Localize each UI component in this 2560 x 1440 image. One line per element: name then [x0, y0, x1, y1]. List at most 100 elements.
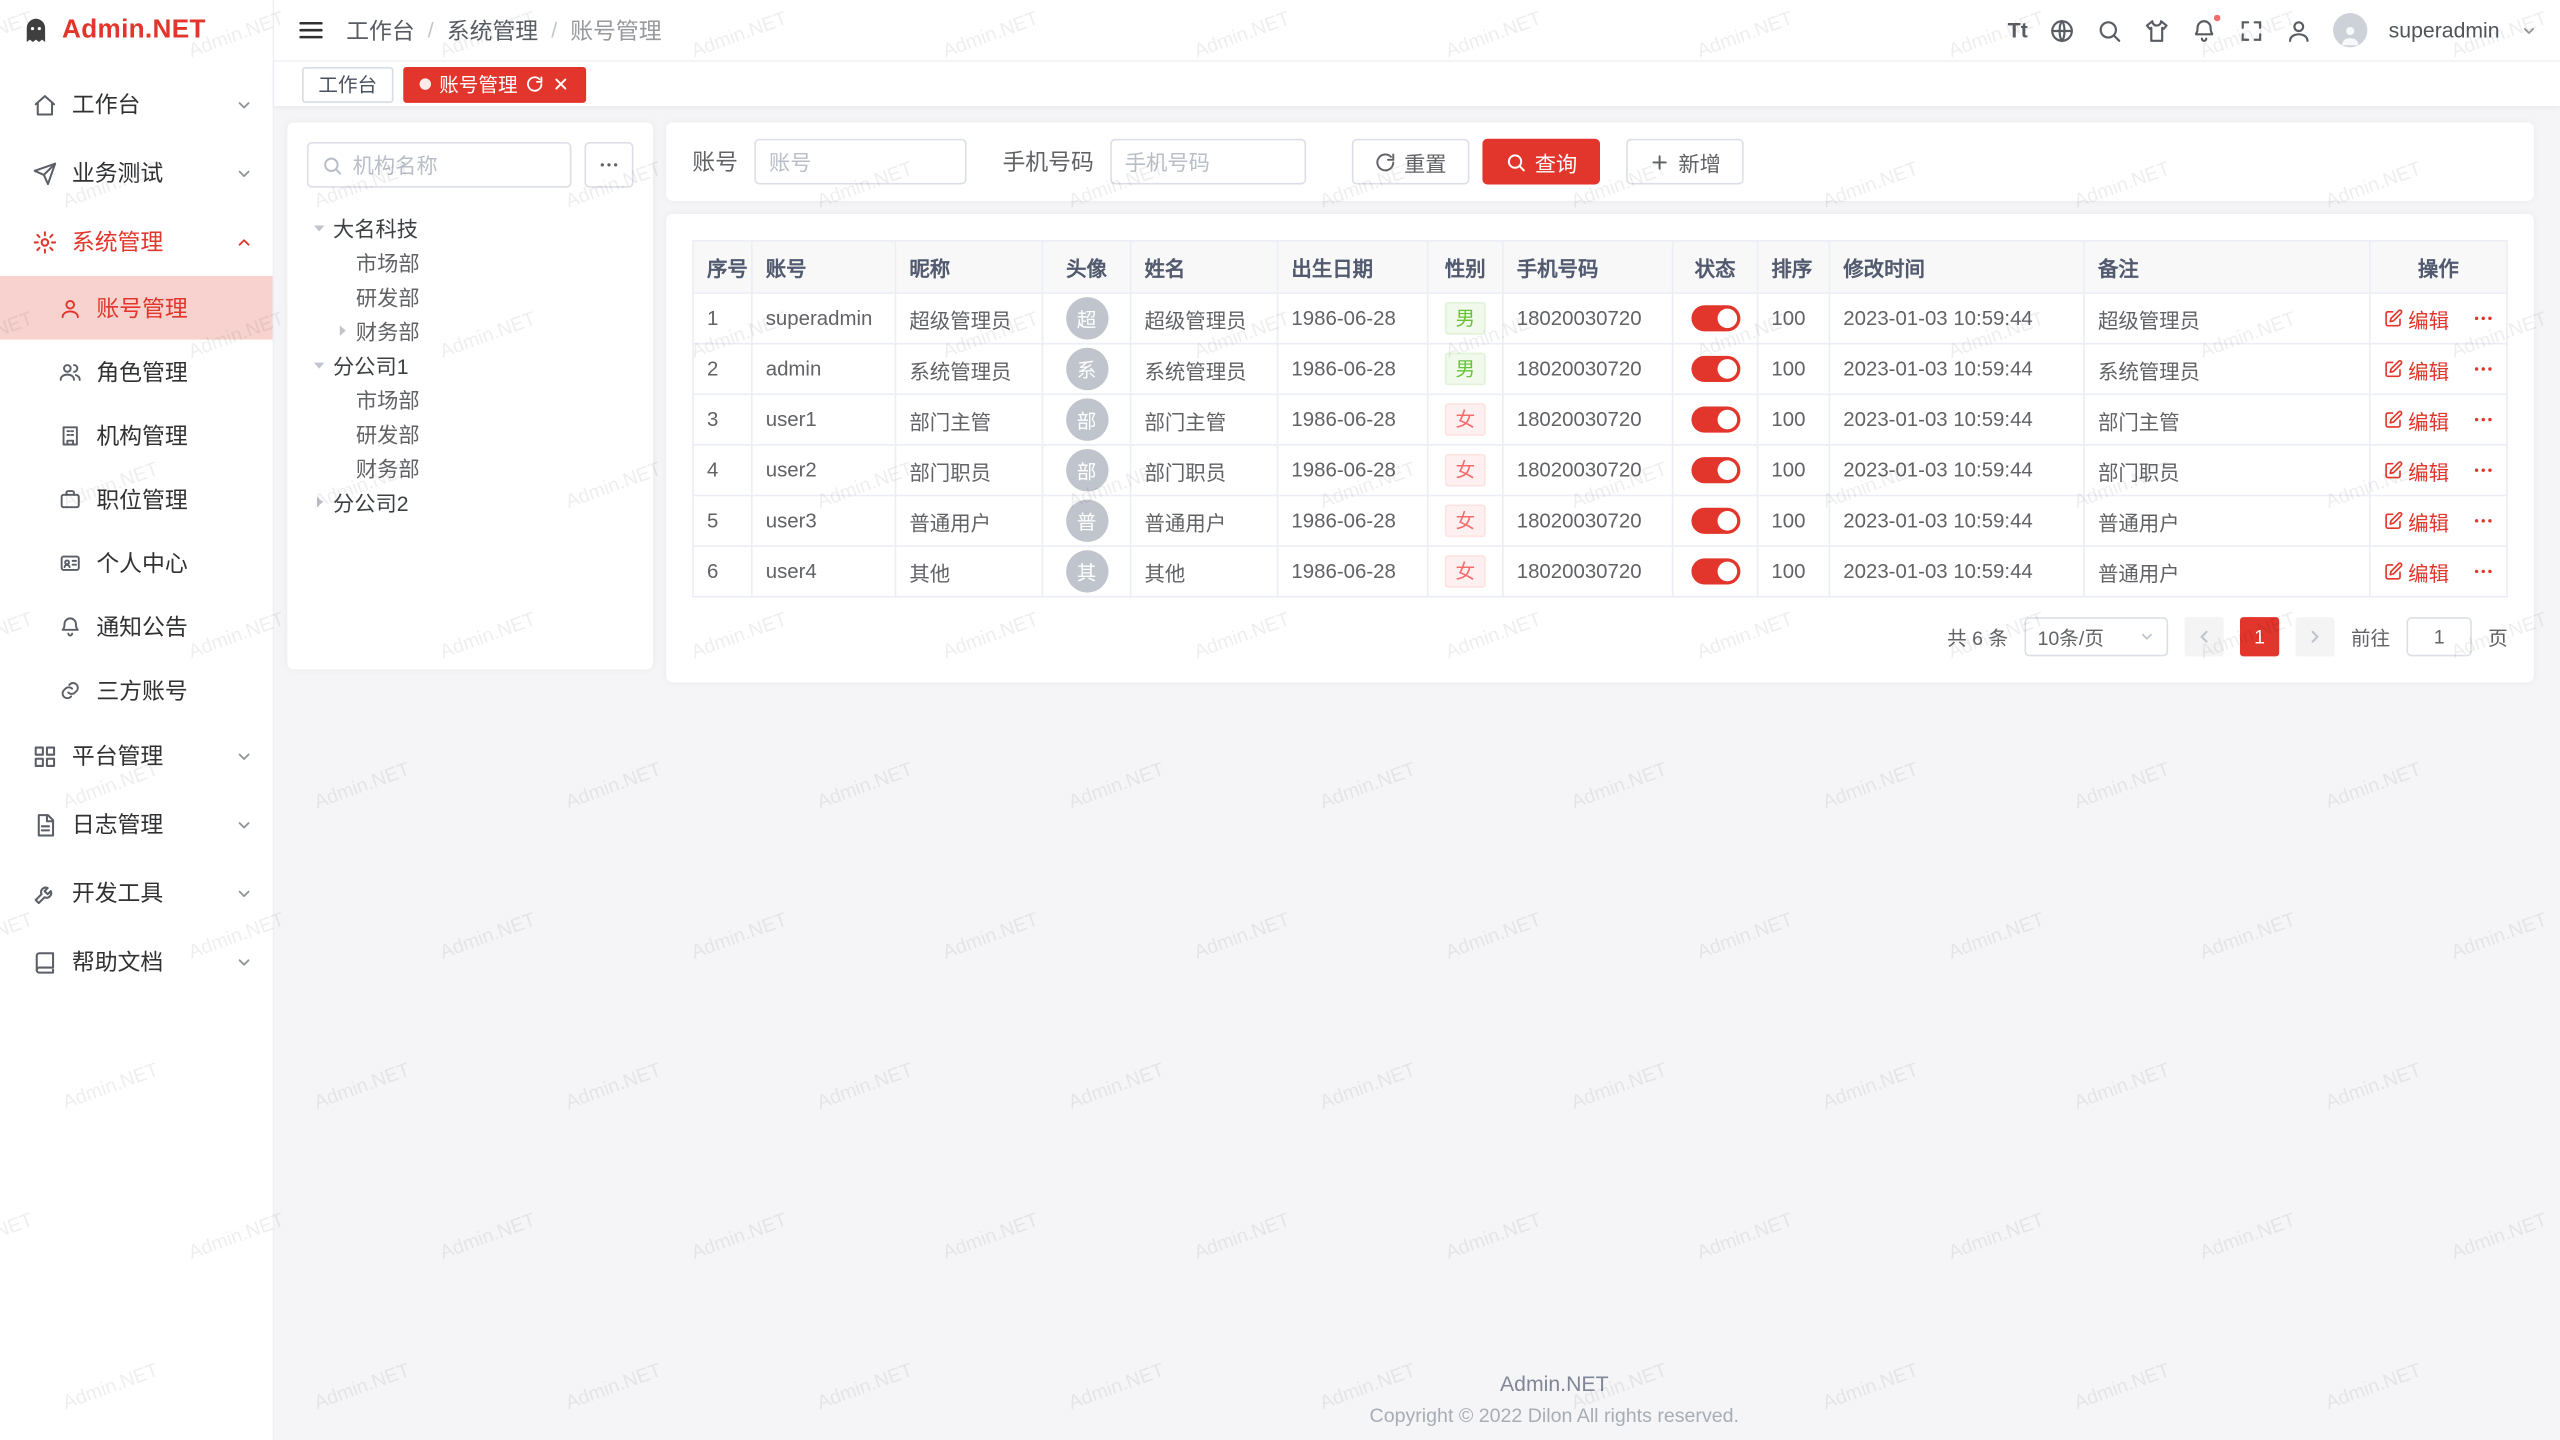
reset-button-label: 重置	[1404, 146, 1446, 177]
tree-node-dept[interactable]: 市场部	[307, 245, 634, 279]
language-icon[interactable]	[2049, 17, 2075, 43]
status-toggle[interactable]	[1691, 558, 1740, 584]
reset-button[interactable]: 重置	[1352, 139, 1470, 185]
edit-pencil-icon	[2384, 460, 2404, 480]
tree-node-dept[interactable]: 研发部	[307, 279, 634, 313]
font-size-icon[interactable]: Tt	[2008, 20, 2028, 41]
account-filter-input[interactable]	[769, 149, 952, 173]
status-toggle[interactable]	[1691, 457, 1740, 483]
status-toggle[interactable]	[1691, 356, 1740, 382]
sidebar-menu: 工作台 业务测试 系统管理 账号管理 角色管理	[0, 60, 273, 996]
sidebar-item-platform-management[interactable]: 平台管理	[0, 722, 273, 791]
ellipsis-icon	[2471, 509, 2494, 532]
sidebar-item-business-test[interactable]: 业务测试	[0, 139, 273, 208]
edit-button[interactable]: 编辑	[2384, 404, 2449, 435]
user-center-icon[interactable]	[2286, 17, 2312, 43]
edit-button[interactable]: 编辑	[2384, 505, 2449, 536]
add-button-label: 新增	[1678, 146, 1720, 177]
edit-button[interactable]: 编辑	[2384, 455, 2449, 486]
sidebar-item-third-party-account[interactable]: 三方账号	[0, 658, 273, 722]
theme-skin-icon[interactable]	[2144, 17, 2170, 43]
search-button[interactable]: 查询	[1482, 139, 1600, 185]
filter-bar: 账号 手机号码 重置 查询 新增	[666, 122, 2534, 200]
tree-node-company[interactable]: 分公司2	[307, 485, 634, 519]
close-tab-icon[interactable]	[552, 75, 570, 93]
org-more-button[interactable]	[584, 142, 633, 188]
cell-order: 100	[1771, 560, 1805, 583]
cell-seq: 6	[707, 560, 718, 583]
sidebar-item-workbench[interactable]: 工作台	[0, 70, 273, 139]
user-avatar[interactable]	[2333, 13, 2367, 47]
sidebar-item-position-management[interactable]: 职位管理	[0, 467, 273, 531]
org-search-input[interactable]	[353, 153, 557, 177]
sidebar-item-personal-center[interactable]: 个人中心	[0, 531, 273, 595]
edit-button[interactable]: 编辑	[2384, 353, 2449, 384]
page-number-1[interactable]: 1	[2240, 617, 2279, 656]
row-more-button[interactable]	[2471, 358, 2494, 381]
top-header: 工作台 / 系统管理 / 账号管理 Tt superadmin	[274, 0, 2560, 60]
sidebar-item-help-docs[interactable]: 帮助文档	[0, 927, 273, 996]
row-more-button[interactable]	[2471, 560, 2494, 583]
tree-node-company[interactable]: 分公司1	[307, 348, 634, 382]
row-more-button[interactable]	[2471, 307, 2494, 330]
tree-node-company[interactable]: 大名科技	[307, 211, 634, 245]
tree-node-label: 分公司1	[333, 349, 408, 380]
search-icon[interactable]	[2096, 17, 2122, 43]
status-toggle[interactable]	[1691, 305, 1740, 331]
notification-bell[interactable]	[2191, 17, 2217, 43]
tree-node-dept[interactable]: 财务部	[307, 451, 634, 485]
page-size-value: 10条/页	[2038, 623, 2104, 651]
goto-page-input[interactable]	[2407, 617, 2472, 656]
row-more-button[interactable]	[2471, 509, 2494, 532]
column-header-status: 状态	[1673, 241, 1758, 293]
row-more-button[interactable]	[2471, 459, 2494, 482]
breadcrumb-item-workbench[interactable]: 工作台	[346, 14, 415, 47]
caret-down-icon[interactable]	[2521, 22, 2537, 38]
add-button[interactable]: 新增	[1626, 139, 1744, 185]
sidebar-item-notice[interactable]: 通知公告	[0, 594, 273, 658]
tree-node-label: 研发部	[356, 281, 420, 312]
sidebar-item-role-management[interactable]: 角色管理	[0, 340, 273, 404]
tab-workbench[interactable]: 工作台	[302, 66, 393, 102]
tree-node-dept[interactable]: 研发部	[307, 416, 634, 450]
cell-remark: 系统管理员	[2098, 360, 2200, 383]
column-header-birth-date: 出生日期	[1278, 241, 1428, 293]
sidebar-item-org-management[interactable]: 机构管理	[0, 403, 273, 467]
breadcrumb-item-system-management[interactable]: 系统管理	[447, 14, 538, 47]
status-toggle[interactable]	[1691, 407, 1740, 433]
fullscreen-icon[interactable]	[2238, 17, 2264, 43]
footer-title: Admin.NET	[549, 1371, 2560, 1395]
prev-page-button[interactable]	[2184, 617, 2223, 656]
sidebar-item-dev-tools[interactable]: 开发工具	[0, 859, 273, 928]
chevron-left-icon	[2194, 627, 2214, 647]
username-text[interactable]: superadmin	[2389, 18, 2500, 42]
cell-order: 100	[1771, 358, 1805, 381]
sidebar-item-log-management[interactable]: 日志管理	[0, 790, 273, 859]
sidebar-item-label: 帮助文档	[72, 945, 163, 978]
page-size-select[interactable]: 10条/页	[2024, 617, 2168, 656]
refresh-tab-icon[interactable]	[526, 75, 544, 93]
sidebar-item-account-management[interactable]: 账号管理	[0, 276, 273, 340]
edit-button[interactable]: 编辑	[2384, 303, 2449, 334]
avatar: 部	[1065, 449, 1107, 491]
sidebar-item-system-management[interactable]: 系统管理	[0, 207, 273, 276]
phone-filter-input[interactable]	[1125, 149, 1292, 173]
chevron-down-icon	[235, 96, 253, 114]
row-more-button[interactable]	[2471, 408, 2494, 431]
tab-account-management[interactable]: 账号管理	[403, 66, 586, 102]
tree-node-label: 研发部	[356, 418, 420, 449]
chevron-down-icon	[235, 747, 253, 765]
next-page-button[interactable]	[2295, 617, 2334, 656]
edit-button[interactable]: 编辑	[2384, 556, 2449, 587]
tree-node-dept[interactable]: 市场部	[307, 382, 634, 416]
status-toggle[interactable]	[1691, 508, 1740, 534]
tree-node-label: 财务部	[356, 452, 420, 483]
column-header-nickname: 昵称	[896, 241, 1043, 293]
tree-node-label: 大名科技	[333, 212, 418, 243]
cell-nickname: 超级管理员	[909, 309, 1011, 332]
cell-birth-date: 1986-06-28	[1291, 509, 1395, 532]
cell-name: 部门主管	[1144, 411, 1226, 434]
hamburger-menu-icon[interactable]	[297, 16, 325, 44]
tree-node-dept[interactable]: 财务部	[307, 313, 634, 347]
search-button-label: 查询	[1535, 146, 1577, 177]
